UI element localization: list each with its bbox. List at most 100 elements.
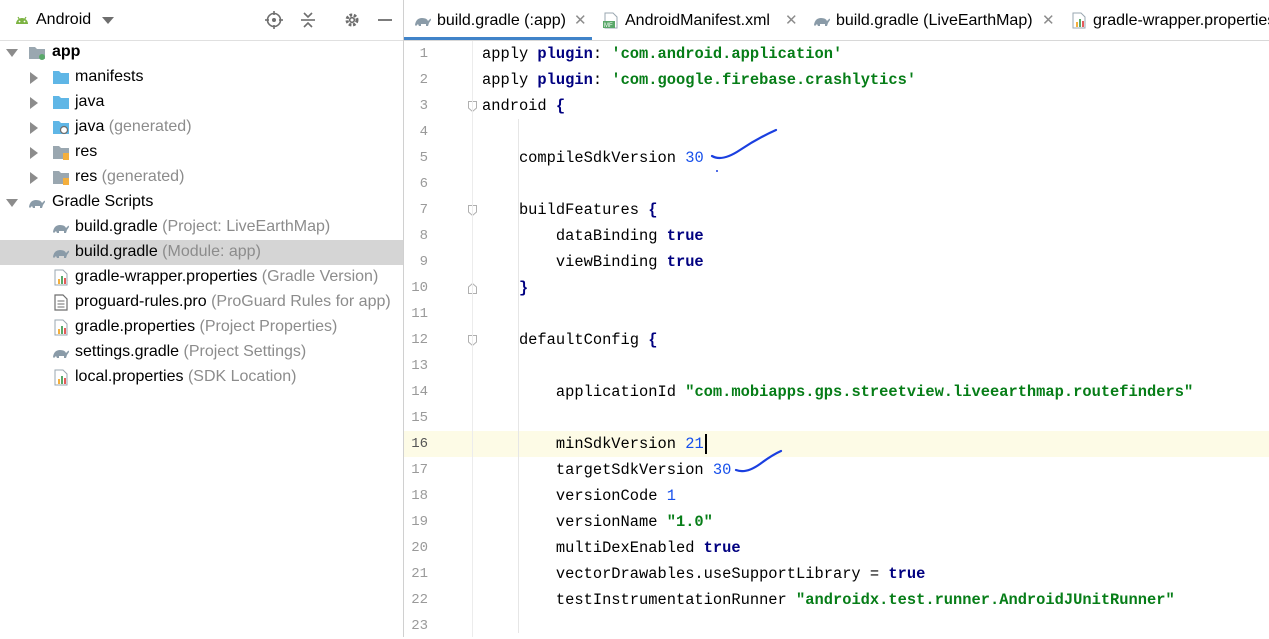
code-line[interactable]: dataBinding true <box>473 223 1269 249</box>
code-line[interactable]: testInstrumentationRunner "androidx.test… <box>473 587 1269 613</box>
line-number: 21 <box>411 566 428 582</box>
chevron-down-icon[interactable] <box>102 17 114 24</box>
tree-item-name: gradle-wrapper.properties <box>75 268 258 285</box>
code-line[interactable]: versionCode 1 <box>473 483 1269 509</box>
tree-item[interactable]: settings.gradle (Project Settings) <box>0 340 403 365</box>
gradle-file-icon <box>52 219 70 236</box>
folder-icon <box>52 69 70 86</box>
code-line[interactable]: minSdkVersion 21 <box>473 431 1269 457</box>
collapse-arrow-icon[interactable] <box>30 172 38 184</box>
tree-item-label: gradle.properties (Project Properties) <box>75 318 337 336</box>
tree-item-label: local.properties (SDK Location) <box>75 368 296 386</box>
code-line[interactable]: targetSdkVersion 30 <box>473 457 1269 483</box>
collapse-all-icon[interactable] <box>298 10 318 30</box>
code-line[interactable]: buildFeatures { <box>473 197 1269 223</box>
close-icon[interactable]: ✕ <box>574 11 587 29</box>
code-line[interactable]: multiDexEnabled true <box>473 535 1269 561</box>
tree-item-hint: (Gradle Version) <box>257 268 379 285</box>
line-number: 6 <box>419 176 428 192</box>
code-token: "1.0" <box>666 513 713 531</box>
project-panel-toolbar: Android <box>0 0 403 41</box>
code-line[interactable]: defaultConfig { <box>473 327 1269 353</box>
tree-item[interactable]: local.properties (SDK Location) <box>0 365 403 390</box>
code-token: { <box>648 331 658 349</box>
editor-tab[interactable]: build.gradle (LiveEarthMap) ✕ <box>803 0 1060 40</box>
tree-item-label: settings.gradle (Project Settings) <box>75 343 306 361</box>
editor-tab-label: build.gradle (:app) <box>437 12 566 29</box>
gradle-file-icon <box>415 18 431 26</box>
tree-item-label: res <box>75 143 97 161</box>
generated-folder-icon <box>53 121 69 135</box>
code-line[interactable]: viewBinding true <box>473 249 1269 275</box>
collapse-arrow-icon[interactable] <box>30 97 38 109</box>
collapse-arrow-icon[interactable] <box>30 122 38 134</box>
tree-item[interactable]: proguard-rules.pro (ProGuard Rules for a… <box>0 290 403 315</box>
line-number: 23 <box>411 618 428 634</box>
code-line[interactable] <box>473 353 1269 379</box>
code-token: true <box>703 539 741 557</box>
line-number: 17 <box>411 462 428 478</box>
editor-tab[interactable]: gradle-wrapper.properties <box>1060 0 1269 40</box>
code-line[interactable] <box>473 171 1269 197</box>
collapse-arrow-icon[interactable] <box>30 147 38 159</box>
tree-item[interactable]: gradle.properties (Project Properties) <box>0 315 403 340</box>
tree-item-label: java (generated) <box>75 118 192 136</box>
res-folder-icon <box>52 169 70 186</box>
code-line[interactable]: vectorDrawables.useSupportLibrary = true <box>473 561 1269 587</box>
code-line[interactable] <box>473 613 1269 639</box>
editor-tab[interactable]: MF AndroidManifest.xml ✕ <box>592 0 803 40</box>
code-line[interactable]: android { <box>473 93 1269 119</box>
code-token: { <box>648 201 658 219</box>
properties-file-icon <box>52 319 70 336</box>
code-token: apply <box>482 71 538 89</box>
tree-item-name: settings.gradle <box>75 343 180 360</box>
tree-item[interactable]: java <box>0 90 403 115</box>
tree-item-label: app <box>52 43 80 61</box>
tree-item[interactable]: res (generated) <box>0 165 403 190</box>
code-editor[interactable]: apply plugin: 'com.android.application' a… <box>472 41 1269 637</box>
gradle-file-icon <box>53 250 69 258</box>
gradle-icon <box>29 200 45 208</box>
code-token: true <box>666 253 704 271</box>
code-line[interactable]: apply plugin: 'com.android.application' <box>473 41 1269 67</box>
locate-icon[interactable] <box>264 10 284 30</box>
editor-tab-bar: build.gradle (:app) ✕ MF AndroidManifest.xm… <box>404 0 1269 41</box>
code-token: { <box>555 97 566 115</box>
properties-file-icon <box>1070 12 1088 34</box>
tree-item[interactable]: java (generated) <box>0 115 403 140</box>
project-view-selector[interactable]: Android <box>36 11 91 29</box>
close-icon[interactable]: ✕ <box>785 11 798 29</box>
code-line[interactable] <box>473 301 1269 327</box>
folder-icon <box>53 71 69 84</box>
code-line[interactable]: apply plugin: 'com.google.firebase.crash… <box>473 67 1269 93</box>
code-line[interactable]: versionName "1.0" <box>473 509 1269 535</box>
expand-arrow-icon[interactable] <box>6 49 18 57</box>
editor-tab[interactable]: build.gradle (:app) ✕ <box>404 0 592 40</box>
gear-icon[interactable] <box>342 10 362 30</box>
tree-item[interactable]: gradle-wrapper.properties (Gradle Versio… <box>0 265 403 290</box>
tree-item-label: Gradle Scripts <box>52 193 153 211</box>
line-number: 12 <box>411 332 428 348</box>
tree-item[interactable]: build.gradle (Project: LiveEarthMap) <box>0 215 403 240</box>
code-token: viewBinding <box>482 253 667 271</box>
code-token: 21 <box>685 435 704 453</box>
tree-item[interactable]: manifests <box>0 65 403 90</box>
collapse-arrow-icon[interactable] <box>30 72 38 84</box>
close-icon[interactable]: ✕ <box>1042 11 1055 29</box>
minimize-icon[interactable] <box>375 10 395 30</box>
tree-item-hint: (ProGuard Rules for app) <box>206 293 391 310</box>
tree-item[interactable]: build.gradle (Module: app) <box>0 240 403 265</box>
code-line[interactable] <box>473 119 1269 145</box>
gradle-file-icon <box>52 344 70 361</box>
code-line[interactable]: applicationId "com.mobiapps.gps.streetvi… <box>473 379 1269 405</box>
editor-tab-label: build.gradle (LiveEarthMap) <box>836 12 1033 29</box>
code-line[interactable]: compileSdkVersion 30 <box>473 145 1269 171</box>
tree-item[interactable]: res <box>0 140 403 165</box>
tree-item-name: java <box>75 93 105 110</box>
tree-item[interactable]: app <box>0 40 403 65</box>
manifest-file-icon: MF <box>602 12 620 34</box>
expand-arrow-icon[interactable] <box>6 199 18 207</box>
tree-item[interactable]: Gradle Scripts <box>0 190 403 215</box>
code-line[interactable]: } <box>473 275 1269 301</box>
code-line[interactable] <box>473 405 1269 431</box>
